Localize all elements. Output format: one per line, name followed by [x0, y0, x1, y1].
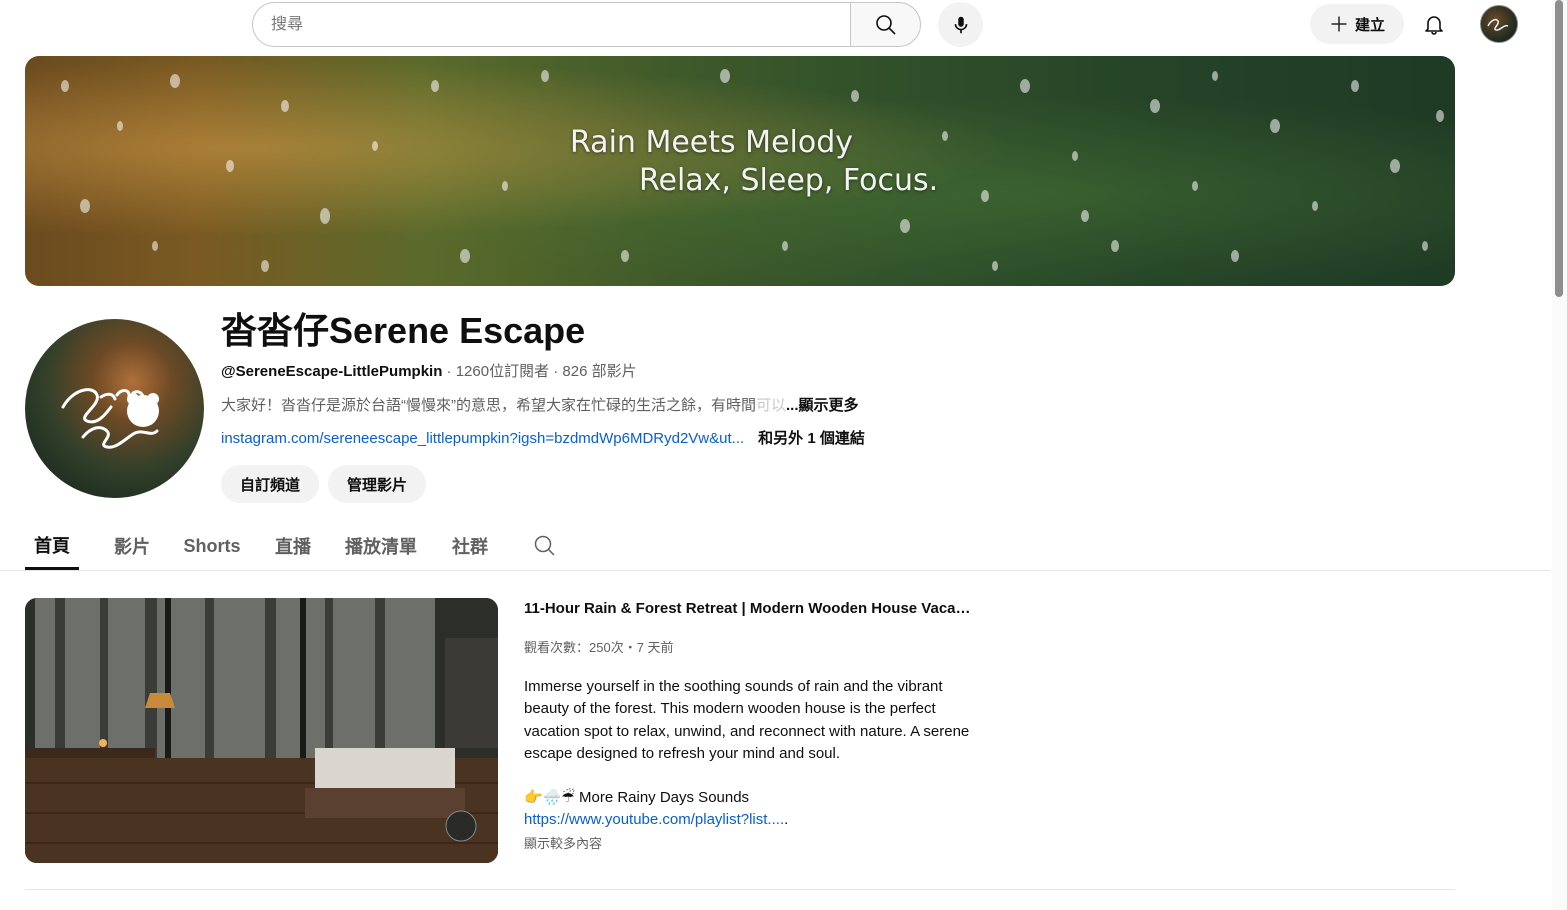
instagram-link[interactable]: instagram.com/sereneescape_littlepumpkin…: [221, 430, 744, 447]
tab-shorts[interactable]: Shorts: [180, 522, 244, 570]
playlist-emoji: 👉🌧️☔: [524, 789, 575, 806]
plus-icon: [1331, 16, 1347, 32]
create-button[interactable]: 建立: [1310, 4, 1404, 44]
playlist-title: More Rainy Days Sounds: [578, 789, 750, 806]
other-links-link[interactable]: 和另外 1 個連結: [758, 430, 865, 447]
tab-community[interactable]: 社群: [445, 522, 495, 570]
channel-avatar[interactable]: [25, 319, 204, 498]
channel-name: 沓沓仔Serene Escape: [221, 310, 586, 351]
search-icon: [875, 14, 896, 35]
search-box: [252, 2, 921, 47]
channel-description[interactable]: 大家好！沓沓仔是源於台語“慢慢來”的意思，希望大家在忙碌的生活之餘，有時間可以.…: [221, 396, 859, 416]
show-more-link[interactable]: ...顯示更多: [786, 397, 859, 414]
featured-video-thumbnail[interactable]: [25, 598, 498, 863]
featured-video-description: Immerse yourself in the soothing sounds …: [524, 678, 970, 763]
channel-tabs: 首頁 影片 Shorts 直播 播放清單 社群: [0, 522, 1550, 571]
search-input[interactable]: [252, 2, 850, 47]
customize-channel-button[interactable]: 自訂頻道: [221, 465, 319, 503]
description-text: 大家好！沓沓仔是源於台語“慢慢來”的意思，希望大家在忙碌的生活之餘，有時間: [221, 397, 756, 414]
playlist-link[interactable]: https://www.youtube.com/playlist?list...…: [524, 811, 784, 828]
voice-search-button[interactable]: [938, 2, 983, 47]
account-avatar[interactable]: [1480, 5, 1518, 43]
search-icon: [534, 535, 555, 556]
tab-playlists[interactable]: 播放清單: [339, 522, 423, 570]
playlist-link-tail: .: [784, 811, 789, 828]
playlist-link-row: https://www.youtube.com/playlist?list...…: [524, 809, 788, 831]
tab-search-button[interactable]: [530, 531, 560, 561]
channel-logo-icon: [1487, 18, 1509, 31]
playlist-promo: 👉🌧️☔ More Rainy Days Sounds: [524, 787, 749, 809]
section-divider: [25, 889, 1455, 890]
scrollbar-thumb[interactable]: [1555, 0, 1563, 297]
microphone-icon: [954, 16, 967, 33]
notifications-button[interactable]: [1414, 4, 1454, 44]
bell-icon: [1425, 16, 1443, 35]
serene-escape-logo-icon: [61, 388, 159, 449]
banner-subheadline: Relax, Sleep, Focus.: [639, 163, 939, 198]
channel-stats: · 1260位訂閱者 · 826 部影片: [442, 363, 637, 380]
top-bar: 建立: [0, 0, 1550, 52]
banner-headline: Rain Meets Melody: [570, 125, 854, 160]
tab-home[interactable]: 首頁: [25, 522, 79, 570]
tab-videos[interactable]: 影片: [105, 522, 159, 570]
search-button[interactable]: [850, 2, 921, 47]
channel-links: instagram.com/sereneescape_littlepumpkin…: [221, 429, 865, 449]
tab-live[interactable]: 直播: [266, 522, 320, 570]
channel-handle: @SereneEscape-LittlePumpkin: [221, 363, 443, 380]
channel-banner: Rain Meets Melody Relax, Sleep, Focus.: [25, 56, 1455, 286]
description-fade-text: 可以: [756, 397, 787, 414]
bedroom-forest-scene: [25, 598, 498, 863]
show-more-content-link[interactable]: 顯示較多內容: [524, 834, 602, 854]
manage-videos-button[interactable]: 管理影片: [328, 465, 426, 503]
create-label: 建立: [1354, 16, 1385, 34]
featured-video-title[interactable]: 11-Hour Rain & Forest Retreat | Modern W…: [524, 598, 974, 620]
featured-video-meta: 觀看次數：250次・7 天前: [524, 640, 674, 655]
channel-meta: @SereneEscape-LittlePumpkin · 1260位訂閱者 ·…: [221, 362, 637, 382]
